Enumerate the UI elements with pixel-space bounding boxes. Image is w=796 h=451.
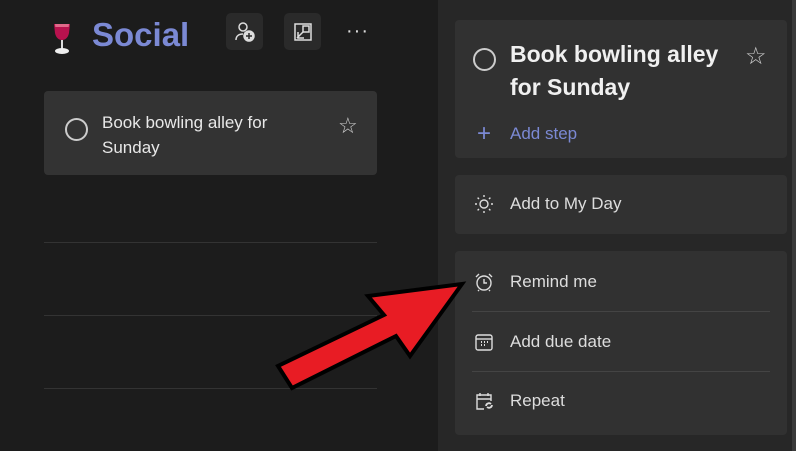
- red-arrow-annotation: [275, 281, 467, 391]
